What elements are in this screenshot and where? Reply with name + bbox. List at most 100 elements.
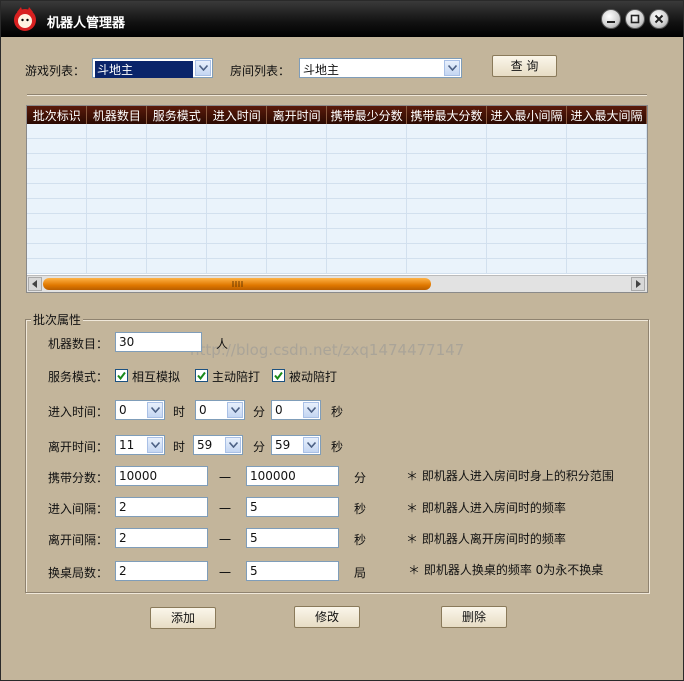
chevron-down-icon[interactable] [227,402,243,418]
column-header[interactable]: 进入最小间隔 [486,106,567,124]
switch-rounds-max-input[interactable]: 5 [246,561,339,581]
leave-second-unit: 秒 [331,440,344,454]
table-cell [146,168,208,184]
leave-interval-min-input[interactable]: 2 [115,528,208,548]
window-title: 机器人管理器 [47,16,126,31]
table-cell [266,228,328,244]
mode-active-checkbox[interactable] [195,369,208,382]
modify-button[interactable]: 修改 [294,606,360,628]
horizontal-scrollbar[interactable] [27,275,647,292]
column-header[interactable]: 服务模式 [146,106,208,124]
column-header[interactable]: 机器数目 [86,106,148,124]
table-row[interactable] [27,168,647,184]
add-button[interactable]: 添加 [150,607,216,629]
table-row[interactable] [27,153,647,169]
chevron-down-icon[interactable] [303,402,319,418]
table-cell [486,183,567,199]
table-cell [406,168,488,184]
carry-score-min-input[interactable]: 10000 [115,466,208,486]
table-row[interactable] [27,258,647,274]
leave-second-value: 59 [275,438,291,452]
table-cell [27,183,88,199]
table-row[interactable] [27,228,647,244]
column-header[interactable]: 携带最少分数 [326,106,408,124]
column-header[interactable]: 批次标识 [27,106,88,124]
switch-rounds-max-value: 5 [250,564,258,578]
leave-interval-max-input[interactable]: 5 [246,528,339,548]
table-row[interactable] [27,243,647,259]
table-cell [486,228,567,244]
carry-score-max-input[interactable]: 100000 [246,466,339,486]
table-row[interactable] [27,213,647,229]
leave-hour-select[interactable]: 11 [115,435,165,455]
table-cell [406,258,488,274]
table-cell [146,153,208,169]
enter-second-select[interactable]: 0 [271,400,321,420]
table-row[interactable] [27,138,647,154]
enter-minute-select[interactable]: 0 [195,400,245,420]
leave-second-select[interactable]: 59 [271,435,321,455]
column-header[interactable]: 离开时间 [266,106,328,124]
table-row[interactable] [27,124,647,139]
table-cell [326,243,408,259]
room-list-select[interactable]: 斗地主 [299,58,462,78]
table-cell [406,198,488,214]
chevron-down-icon[interactable] [444,60,460,76]
mode-passive-label: 被动陪打 [289,370,338,384]
table-cell [566,168,647,184]
scroll-left-button[interactable] [28,277,42,291]
chevron-down-icon[interactable] [225,437,241,453]
robot-count-unit: 人 [216,337,229,351]
enter-minute-value: 0 [199,403,207,417]
chevron-down-icon[interactable] [147,437,163,453]
switch-rounds-unit: 局 [354,566,367,580]
check-icon [197,371,206,380]
scroll-right-button[interactable] [631,277,645,291]
robot-count-input[interactable]: 30 [115,332,202,352]
table-cell [86,168,148,184]
leave-minute-select[interactable]: 59 [193,435,243,455]
range-dash: 一 [219,566,232,580]
table-cell [86,138,148,154]
column-header[interactable]: 进入最大间隔 [566,106,647,124]
table-row[interactable] [27,183,647,199]
table-cell [86,213,148,229]
batch-table[interactable]: 批次标识 机器数目 服务模式 进入时间 离开时间 携带最少分数 携带最大分数 进… [26,105,648,293]
mode-passive-checkbox[interactable] [272,369,285,382]
game-list-select[interactable]: 斗地主 [92,58,213,78]
column-header[interactable]: 进入时间 [206,106,268,124]
table-cell [326,213,408,229]
robot-manager-window: 机器人管理器 游戏列表： 斗地主 房间列表： 斗地主 查 询 批次标识 机器数目… [0,0,684,681]
chevron-down-icon[interactable] [147,402,163,418]
chevron-down-icon[interactable] [303,437,319,453]
enter-hour-select[interactable]: 0 [115,400,165,420]
chevron-down-icon[interactable] [195,60,211,76]
close-button[interactable] [649,9,669,29]
enter-interval-max-input[interactable]: 5 [246,497,339,517]
table-cell [266,124,328,139]
query-button[interactable]: 查 询 [492,55,557,77]
table-cell [486,243,567,259]
mode-mutual-label: 相互模拟 [132,370,181,384]
minimize-icon [607,21,615,23]
range-dash: 一 [219,502,232,516]
enter-interval-unit: 秒 [354,502,367,516]
close-icon [654,14,664,24]
minimize-button[interactable] [601,9,621,29]
switch-rounds-min-input[interactable]: 2 [115,561,208,581]
maximize-button[interactable] [625,9,645,29]
table-row[interactable] [27,198,647,214]
switch-rounds-min-value: 2 [119,564,127,578]
app-logo-icon [14,7,36,31]
column-header[interactable]: 携带最大分数 [406,106,488,124]
table-cell [206,168,268,184]
scroll-thumb[interactable] [43,278,431,290]
carry-score-label: 携带分数： [48,471,109,485]
mode-mutual-checkbox[interactable] [115,369,128,382]
check-icon [274,371,283,380]
arrow-left-icon [32,280,37,288]
title-bar[interactable]: 机器人管理器 [1,1,683,37]
delete-button[interactable]: 删除 [441,606,507,628]
main-content: 游戏列表： 斗地主 房间列表： 斗地主 查 询 批次标识 机器数目 服务模式 进… [5,38,679,676]
enter-interval-min-input[interactable]: 2 [115,497,208,517]
